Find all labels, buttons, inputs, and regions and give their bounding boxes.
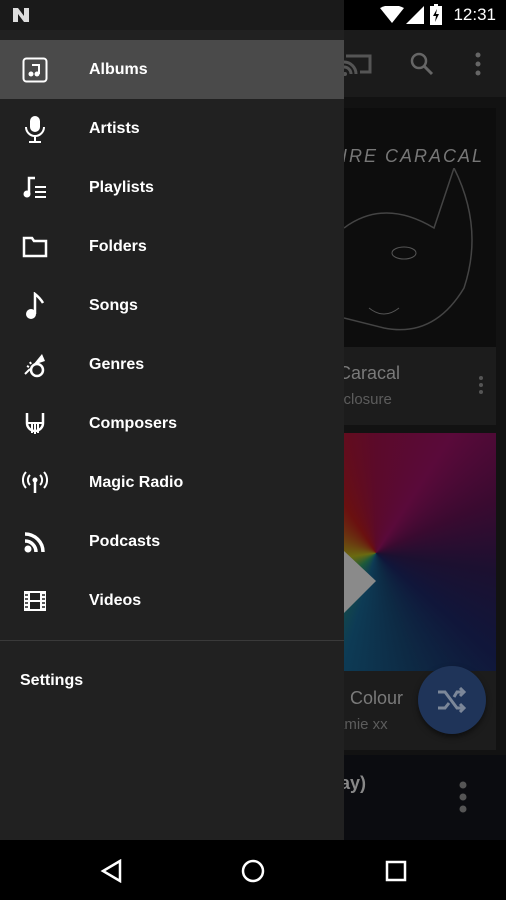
trumpet-icon bbox=[0, 352, 70, 378]
battery-charging-icon bbox=[430, 4, 442, 25]
drawer-item-composers[interactable]: Composers bbox=[0, 394, 344, 453]
album-card[interactable]: IRE CARACAL Caracal sclosure bbox=[344, 108, 496, 425]
drawer-item-settings[interactable]: Settings bbox=[20, 672, 83, 690]
cell-signal-icon bbox=[406, 6, 424, 24]
cast-icon[interactable] bbox=[344, 52, 374, 76]
search-icon[interactable] bbox=[410, 52, 434, 76]
drawer-item-videos[interactable]: Videos bbox=[0, 571, 344, 630]
toolbar bbox=[344, 30, 506, 97]
caracal-illustration bbox=[344, 168, 473, 331]
album-title: Colour bbox=[350, 688, 404, 708]
drawer-item-genres[interactable]: Genres bbox=[0, 335, 344, 394]
recents-icon[interactable] bbox=[385, 860, 407, 882]
album-artist: sclosure bbox=[344, 391, 392, 408]
music-note-icon bbox=[0, 291, 70, 320]
drawer-item-podcasts[interactable]: Podcasts bbox=[0, 512, 344, 571]
n-logo-icon bbox=[13, 8, 29, 22]
shuffle-icon bbox=[438, 687, 467, 713]
folder-icon bbox=[0, 236, 70, 258]
drawer-item-albums[interactable]: Albums bbox=[0, 40, 344, 99]
album-cover: IRE CARACAL bbox=[344, 108, 496, 347]
drawer-item-playlists[interactable]: Playlists bbox=[0, 158, 344, 217]
microphone-icon bbox=[0, 115, 70, 143]
clock: 12:31 bbox=[453, 5, 496, 24]
shuffle-button[interactable] bbox=[418, 666, 486, 734]
navigation-bar bbox=[0, 840, 506, 900]
back-icon[interactable] bbox=[100, 859, 122, 883]
navigation-drawer: Albums Artists Playlists Folders Songs G… bbox=[0, 30, 344, 840]
lyre-icon bbox=[0, 411, 70, 437]
album-cover bbox=[344, 433, 496, 671]
drawer-item-songs[interactable]: Songs bbox=[0, 276, 344, 335]
now-playing-bar[interactable]: ay) bbox=[344, 755, 506, 840]
album-icon bbox=[0, 57, 70, 83]
radio-tower-icon bbox=[0, 470, 70, 495]
home-icon[interactable] bbox=[241, 859, 265, 883]
drawer-divider bbox=[0, 640, 344, 641]
film-icon bbox=[0, 590, 70, 612]
drawer-item-artists[interactable]: Artists bbox=[0, 99, 344, 158]
album-artist: amie xx bbox=[344, 716, 388, 733]
now-playing-title: ay) bbox=[344, 773, 367, 793]
playlist-icon bbox=[0, 176, 70, 200]
now-playing-more-icon[interactable] bbox=[458, 781, 468, 813]
status-bar: 12:31 bbox=[0, 0, 506, 30]
wifi-icon bbox=[380, 6, 404, 23]
rss-icon bbox=[0, 531, 70, 553]
album-more-icon[interactable] bbox=[478, 376, 484, 394]
drawer-item-magic-radio[interactable]: Magic Radio bbox=[0, 453, 344, 512]
album-title: Caracal bbox=[344, 363, 401, 383]
more-vert-icon[interactable] bbox=[474, 52, 482, 76]
drawer-item-folders[interactable]: Folders bbox=[0, 217, 344, 276]
